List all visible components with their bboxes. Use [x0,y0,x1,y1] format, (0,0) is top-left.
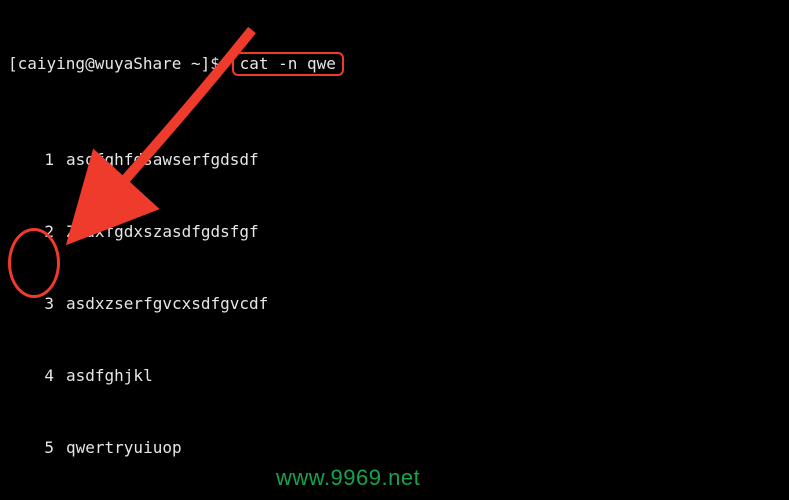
shell-prompt: [caiying@wuyaShare ~]$ [8,54,230,73]
output-line: 3asdxzserfgvcxsdfgvcdf [8,292,781,316]
output-line: 2ZSdxfgdxszasdfgdsfgf [8,220,781,244]
terminal-output[interactable]: [caiying@wuyaShare ~]$ cat -n qwe 1asdfg… [0,0,789,500]
line-number: 1 [8,148,66,172]
line-text: qwertryuiuop [66,436,182,460]
line-text: ZSdxfgdxszasdfgdsfgf [66,220,259,244]
line-number: 2 [8,220,66,244]
line-number: 5 [8,436,66,460]
line-number: 4 [8,364,66,388]
line-text: asdfghjkl [66,364,153,388]
line-text: asdfghfdsawserfgdsdf [66,148,259,172]
shell-prompt-line: [caiying@wuyaShare ~]$ cat -n qwe [8,52,781,76]
command-highlight-box: cat -n qwe [232,52,344,76]
output-line: 4asdfghjkl [8,364,781,388]
output-line: 5qwertryuiuop [8,436,781,460]
output-line: 1asdfghfdsawserfgdsdf [8,148,781,172]
command-text: cat -n qwe [240,54,336,73]
line-number: 3 [8,292,66,316]
line-text: asdxzserfgvcxsdfgvcdf [66,292,268,316]
